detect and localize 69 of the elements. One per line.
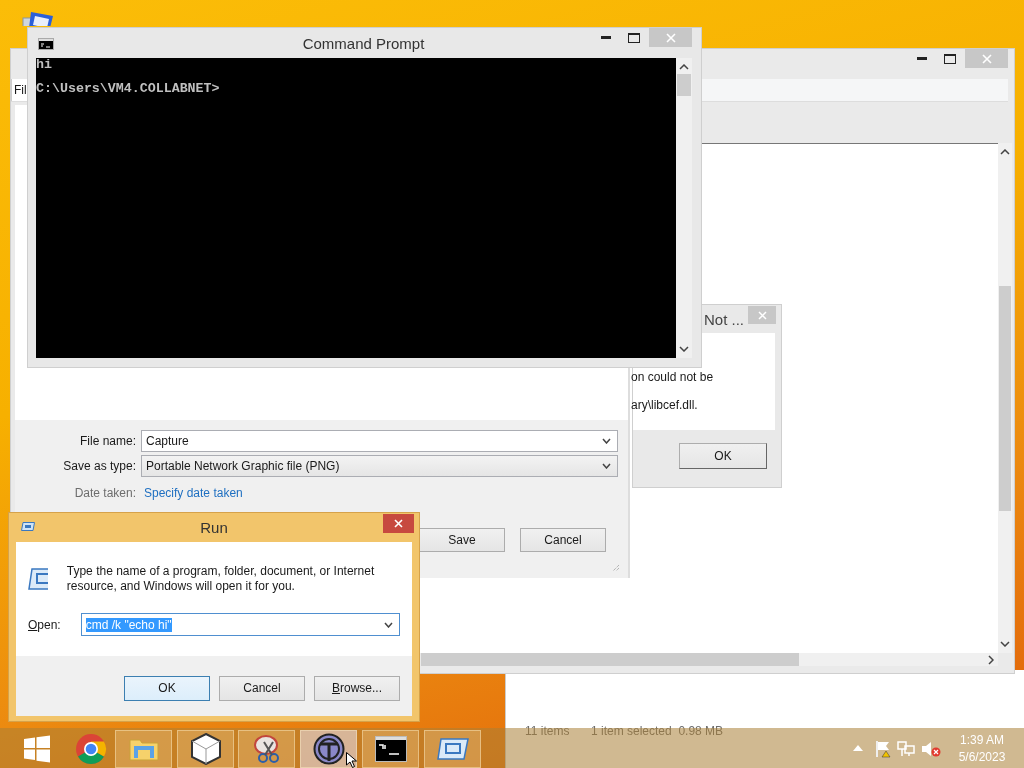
close-icon (394, 519, 403, 528)
status-text: 1 item selected 0.98 MB (591, 724, 724, 738)
close-icon (757, 310, 767, 320)
dialog-title: Not ... (704, 311, 744, 328)
dialog-button[interactable]: OK (124, 675, 210, 701)
orb-icon (312, 733, 345, 765)
minimize-icon (601, 36, 611, 39)
taskbar-button[interactable] (362, 730, 419, 768)
vertical-scrollbar[interactable] (998, 143, 1012, 653)
scroll-thumb[interactable] (999, 286, 1011, 511)
run-icon (28, 568, 48, 590)
clock-time: 1:39 AM (960, 732, 1004, 749)
console-icon (374, 736, 407, 762)
console-line: hi (36, 59, 53, 71)
chevron-down-icon (679, 346, 689, 352)
dialog-button[interactable]: Cancel (219, 675, 305, 701)
status-text: 11 items (525, 724, 570, 738)
windows-logo-icon (22, 735, 51, 763)
folder-icon (128, 736, 159, 762)
console-line: C:\Users\VM4.COLLABNET> (36, 83, 221, 95)
error-message: ary\libcef.dll. (631, 398, 699, 412)
file-type-dropdown[interactable]: Portable Network Graphic file (PNG) (141, 455, 618, 477)
console-icon (38, 38, 54, 50)
maximize-icon (944, 53, 956, 64)
close-icon (665, 32, 676, 43)
file-tab[interactable]: Fil (11, 79, 27, 101)
taskbar-button[interactable] (300, 730, 357, 768)
instruction-text: Type the name of a program, folder, document, or Internet resource, and Windows will open it for you. (66, 564, 376, 594)
field-label: Open: (28, 617, 61, 632)
minimize-icon (917, 57, 927, 60)
field-label: Date taken: (73, 486, 136, 500)
specify-date-link[interactable]: Specify date taken (144, 486, 618, 500)
chevron-up-icon[interactable] (853, 745, 863, 751)
horizontal-scrollbar[interactable] (421, 653, 998, 666)
chevron-down-icon (602, 438, 611, 444)
console-area[interactable]: hi C:\Users\VM4.COLLABNET> (36, 58, 676, 358)
scroll-thumb[interactable] (677, 74, 691, 96)
close-icon (981, 53, 992, 64)
network-icon[interactable] (897, 740, 915, 758)
close-button[interactable] (383, 514, 414, 533)
chevron-down-icon (602, 463, 611, 469)
dialog-title: Run (200, 519, 228, 536)
run-icon (21, 522, 35, 531)
clock-date: 5/6/2023 (958, 749, 1006, 766)
chrome-icon (74, 733, 107, 765)
chevron-up-icon (1000, 149, 1010, 155)
cube-icon (190, 733, 221, 765)
flag-icon[interactable] (874, 740, 892, 758)
chevron-down-icon (1000, 641, 1010, 647)
ok-button[interactable]: OK (679, 443, 767, 469)
field-label: Save as type: (62, 459, 136, 473)
chevron-down-icon (384, 621, 393, 628)
window-title: Command Prompt (301, 35, 426, 52)
dialog-button[interactable]: Cancel (520, 528, 606, 552)
field-label: File name: (78, 434, 136, 448)
dialog-button[interactable]: Browse... (314, 675, 400, 701)
run-icon (436, 738, 469, 760)
taskbar-button[interactable] (177, 730, 234, 768)
dialog-button[interactable]: Save (419, 528, 505, 552)
scroll-thumb[interactable] (421, 653, 799, 666)
file-name-field[interactable]: Capture (141, 430, 618, 452)
vertical-scrollbar[interactable] (676, 58, 692, 358)
chevron-up-icon (679, 64, 689, 70)
resize-grip-icon[interactable] (612, 564, 620, 572)
chevron-right-icon (988, 655, 994, 665)
maximize-icon (628, 32, 640, 43)
error-message: on could not be (631, 370, 715, 384)
muted-speaker-icon[interactable] (921, 740, 941, 758)
cursor-icon (346, 752, 358, 768)
